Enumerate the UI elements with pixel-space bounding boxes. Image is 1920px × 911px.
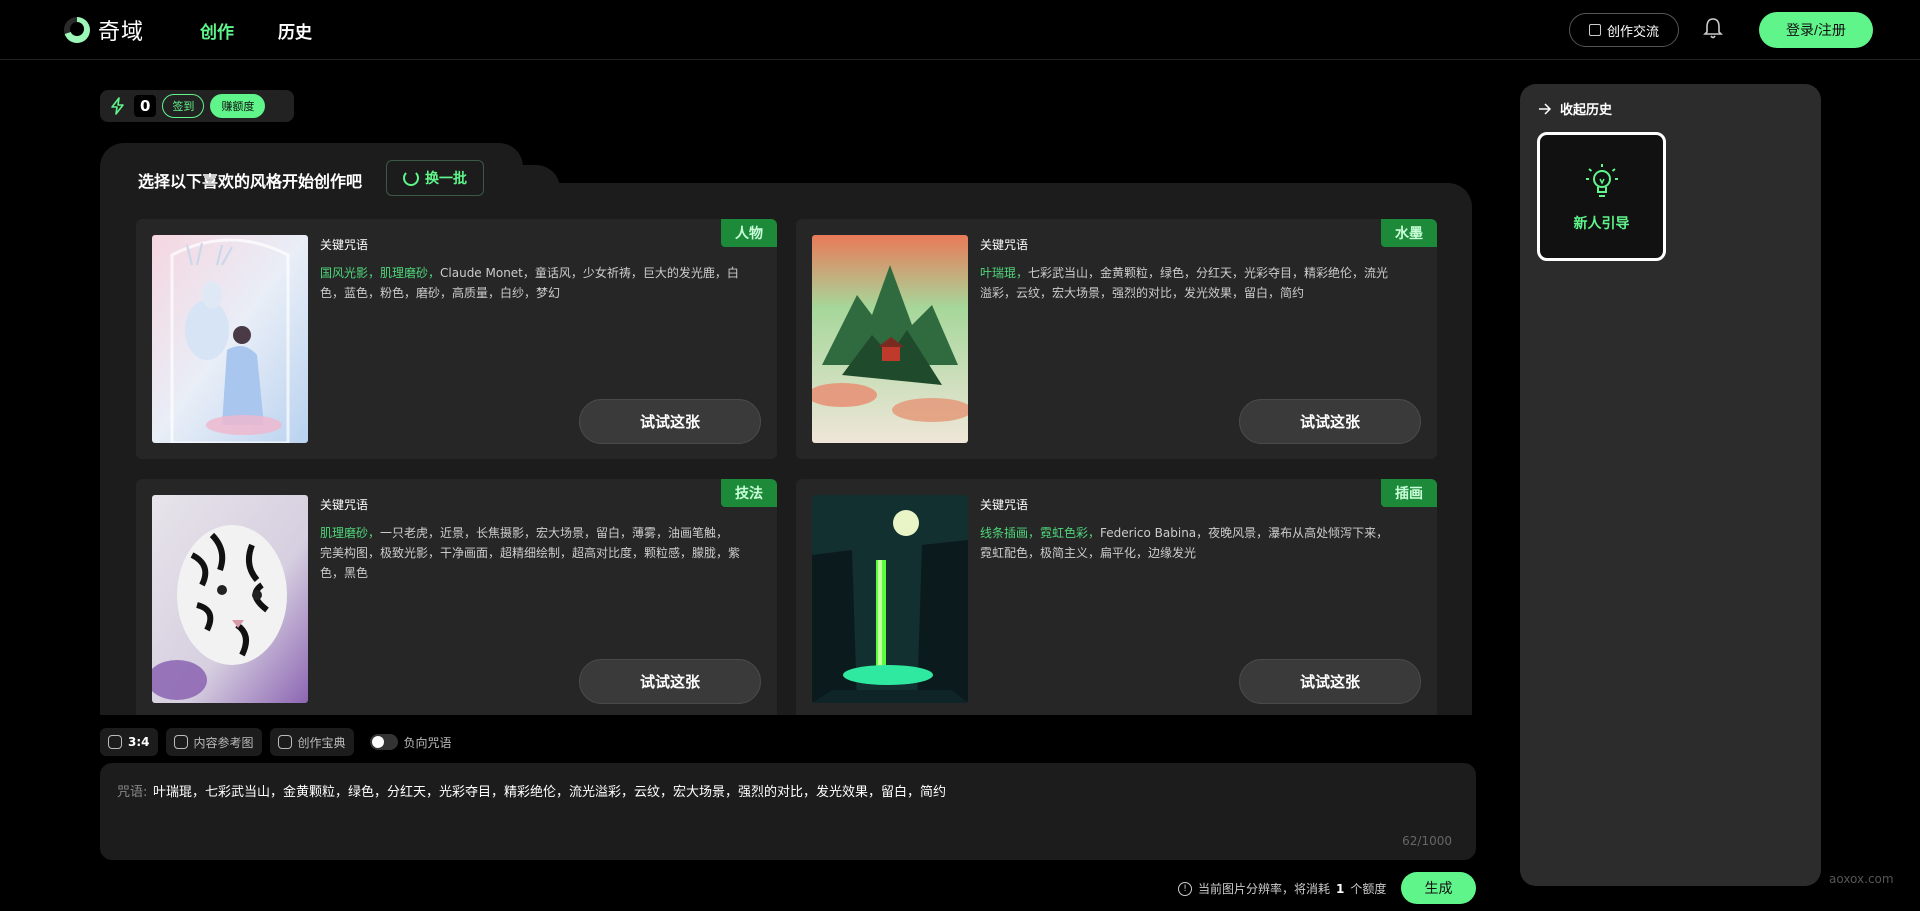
try-this-button[interactable]: 试试这张 (1239, 659, 1421, 704)
reference-image-button[interactable]: 内容参考图 (165, 728, 262, 756)
prompt-text: 一只老虎，近景，长焦摄影，宏大场景，留白，薄雾，油画笔触，完美构图，极致光影，干… (320, 526, 741, 580)
keyword-label: 关键咒语 (320, 238, 369, 252)
main-nav: 创作 历史 (200, 18, 312, 43)
logo[interactable]: 奇域 (64, 14, 144, 46)
plus-icon (173, 735, 188, 749)
try-this-button[interactable]: 试试这张 (579, 659, 761, 704)
style-card: 关键咒语 肌理磨砂，一只老虎，近景，长焦摄影，宏大场景，留白，薄雾，油画笔触，完… (136, 479, 777, 715)
prompt-highlight: 国风光影，肌理磨砂， (320, 266, 441, 280)
keyword-label: 关键咒语 (980, 498, 1029, 512)
cost-prefix: 当前图片分辨率，将消耗 (1198, 882, 1331, 896)
watermark: aoxox.com (1829, 872, 1894, 886)
cost-note: ! 当前图片分辨率，将消耗 1 个额度 (1178, 880, 1386, 897)
prompt-highlight: 叶瑞琨， (980, 266, 1029, 280)
cost-num: 1 (1336, 881, 1345, 896)
signin-button[interactable]: 签到 (162, 94, 205, 118)
community-button[interactable]: 创作交流 (1569, 13, 1679, 47)
style-tag: 水墨 (1381, 219, 1437, 247)
char-count: 62/1000 (1402, 834, 1452, 848)
history-sidebar: 收起历史 新人引导 (1520, 84, 1821, 886)
arrow-right-icon (1539, 102, 1552, 115)
generate-button[interactable]: 生成 (1401, 872, 1476, 904)
collapse-history-button[interactable]: 收起历史 (1538, 99, 1612, 118)
logo-icon (64, 17, 90, 43)
lightning-icon (111, 97, 124, 115)
prompt-label: 咒语: (117, 785, 148, 800)
top-bar: 奇域 创作 历史 创作交流 登录/注册 (0, 0, 1920, 60)
card-prompt: 肌理磨砂，一只老虎，近景，长焦摄影，宏大场景，留白，薄雾，油画笔触，完美构图，极… (320, 523, 740, 583)
toggle-switch[interactable] (369, 734, 398, 750)
card-thumbnail (812, 235, 968, 443)
card-prompt: 叶瑞琨，七彩武当山，金黄颗粒，绿色，分红天，光彩夺目，精彩绝伦，流光溢彩，云纹，… (980, 263, 1400, 303)
panel-title: 选择以下喜欢的风格开始创作吧 (138, 172, 363, 191)
style-card: 关键咒语 国风光影，肌理磨砂，Claude Monet，童话风，少女祈祷，巨大的… (136, 219, 777, 459)
try-this-button[interactable]: 试试这张 (1239, 399, 1421, 444)
handbook-button[interactable]: 创作宝典 (269, 728, 354, 756)
style-card: 关键咒语 线条插画，霓虹色彩，Federico Babina，夜晚风景，瀑布从高… (796, 479, 1437, 715)
handbook-label: 创作宝典 (297, 735, 346, 750)
style-card: 关键咒语 叶瑞琨，七彩武当山，金黄颗粒，绿色，分红天，光彩夺目，精彩绝伦，流光溢… (796, 219, 1437, 459)
login-button[interactable]: 登录/注册 (1759, 12, 1873, 48)
logo-text: 奇域 (98, 20, 145, 45)
lightbulb-icon (1585, 163, 1618, 197)
style-panel: 关键咒语 国风光影，肌理磨砂，Claude Monet，童话风，少女祈祷，巨大的… (100, 183, 1472, 715)
onboarding-label: 新人引导 (1573, 215, 1630, 232)
card-prompt: 国风光影，肌理磨砂，Claude Monet，童话风，少女祈祷，巨大的发光鹿，白… (320, 263, 740, 303)
earn-credits-button[interactable]: 赚额度 (210, 94, 266, 118)
negative-prompt-label: 负向咒语 (403, 735, 452, 750)
prompt-highlight: 肌理磨砂， (320, 526, 381, 540)
aspect-ratio-value: 3:4 (128, 735, 150, 749)
refresh-icon (403, 170, 419, 186)
nav-create[interactable]: 创作 (200, 18, 234, 43)
style-tag: 人物 (721, 219, 777, 247)
keyword-label: 关键咒语 (320, 498, 369, 512)
card-thumbnail (152, 235, 308, 443)
card-thumbnail (152, 495, 308, 703)
community-label: 创作交流 (1606, 23, 1659, 39)
cost-suffix: 个额度 (1350, 882, 1387, 896)
scan-icon (1588, 24, 1601, 36)
keyword-label: 关键咒语 (980, 238, 1029, 252)
aspect-ratio-button[interactable]: 3:4 (100, 728, 158, 756)
ratio-icon (108, 735, 122, 749)
refresh-label: 换一批 (425, 170, 467, 186)
bell-icon[interactable] (1702, 16, 1724, 40)
book-icon (277, 735, 292, 749)
style-tag: 插画 (1381, 479, 1437, 507)
card-thumbnail (812, 495, 968, 703)
prompt-value[interactable]: 叶瑞琨，七彩武当山，金黄颗粒，绿色，分红天，光彩夺目，精彩绝伦，流光溢彩，云纹，… (153, 781, 946, 800)
card-prompt: 线条插画，霓虹色彩，Federico Babina，夜晚风景，瀑布从高处倾泻下来… (980, 523, 1400, 563)
reference-image-label: 内容参考图 (193, 735, 254, 750)
collapse-history-label: 收起历史 (1560, 103, 1613, 118)
info-icon: ! (1178, 881, 1192, 896)
nav-history[interactable]: 历史 (278, 18, 312, 43)
onboarding-card[interactable]: 新人引导 (1537, 132, 1666, 261)
negative-prompt-toggle[interactable]: 负向咒语 (362, 734, 460, 751)
prompt-highlight: 线条插画，霓虹色彩， (980, 526, 1101, 540)
prompt-input[interactable]: 咒语: 叶瑞琨，七彩武当山，金黄颗粒，绿色，分红天，光彩夺目，精彩绝伦，流光溢彩… (100, 763, 1476, 860)
prompt-toolbar: 3:4 内容参考图 创作宝典 负向咒语 (100, 728, 460, 756)
credits-count: 0 (134, 95, 157, 117)
try-this-button[interactable]: 试试这张 (579, 399, 761, 444)
style-tag: 技法 (721, 479, 777, 507)
credits-bar: 0 签到 赚额度 (100, 90, 294, 122)
prompt-text: 七彩武当山，金黄颗粒，绿色，分红天，光彩夺目，精彩绝伦，流光溢彩，云纹，宏大场景… (980, 266, 1389, 300)
refresh-button[interactable]: 换一批 (386, 160, 484, 196)
